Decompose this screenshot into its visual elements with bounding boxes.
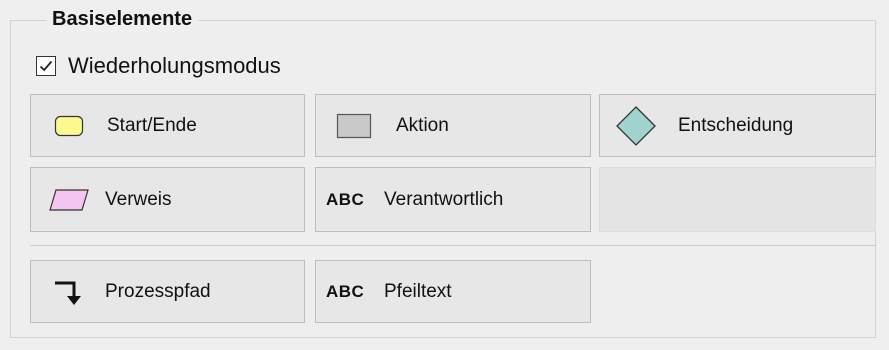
action-button[interactable]: Aktion xyxy=(315,94,591,157)
process-path-label: Prozesspfad xyxy=(105,280,211,302)
responsible-button[interactable]: ABC Verantwortlich xyxy=(315,167,591,232)
start-end-button[interactable]: Start/Ende xyxy=(30,94,305,157)
start-end-label: Start/Ende xyxy=(107,114,197,136)
empty-slot xyxy=(599,167,876,232)
decision-label: Entscheidung xyxy=(678,114,794,136)
arrow-text-button[interactable]: ABC Pfeiltext xyxy=(315,260,591,323)
separator xyxy=(30,245,876,246)
repeat-mode-checkbox-row[interactable]: Wiederholungsmodus xyxy=(36,51,281,81)
bent-arrow-icon xyxy=(39,277,99,307)
responsible-label: Verantwortlich xyxy=(384,188,504,210)
reference-button[interactable]: Verweis xyxy=(30,167,305,232)
checkmark-icon xyxy=(39,60,53,72)
rounded-rect-icon xyxy=(39,115,99,137)
repeat-mode-checkbox[interactable] xyxy=(36,56,56,76)
repeat-mode-label: Wiederholungsmodus xyxy=(68,53,281,78)
group-title: Basiselemente xyxy=(46,6,199,32)
action-label: Aktion xyxy=(396,114,449,136)
arrow-text-label: Pfeiltext xyxy=(384,280,452,302)
diamond-icon xyxy=(606,105,666,147)
parallelogram-icon xyxy=(39,188,99,212)
rectangle-icon xyxy=(324,113,384,139)
process-path-button[interactable]: Prozesspfad xyxy=(30,260,305,323)
decision-button[interactable]: Entscheidung xyxy=(599,94,876,157)
reference-label: Verweis xyxy=(105,188,172,210)
arrow-text-icon: ABC xyxy=(326,281,365,301)
responsible-text-icon: ABC xyxy=(326,189,365,209)
